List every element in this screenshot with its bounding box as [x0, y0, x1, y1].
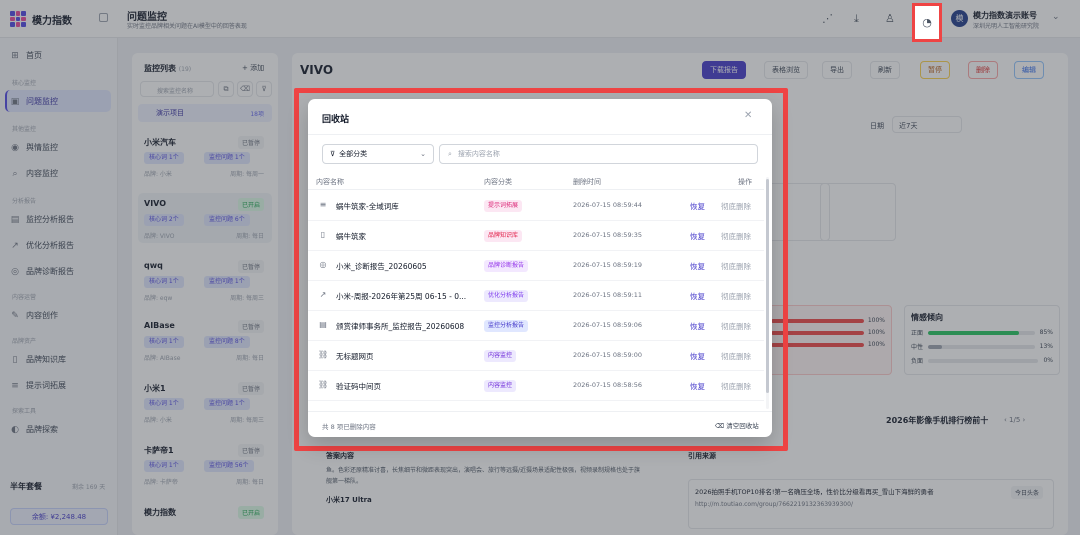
table-row: ⛓ 无标题网页 内容监控 2026-07-15 08:59:00 恢复 彻底删除: [308, 341, 764, 371]
delete-forever-button[interactable]: 彻底删除: [721, 291, 751, 302]
category-badge: 优化分析报告: [484, 290, 529, 302]
history-icon[interactable]: ◔: [912, 3, 942, 42]
column-header-action: 操作: [738, 178, 752, 186]
delete-time: 2026-07-15 08:59:06: [573, 321, 643, 329]
category-badge: 监控分析报告: [484, 320, 529, 332]
content-name: 小米_诊断报告_20260605: [336, 262, 427, 271]
delete-forever-button[interactable]: 彻底删除: [721, 351, 751, 362]
table-row: ▯ 蜗牛筑家 品牌知识库 2026-07-15 08:59:35 恢复 彻底删除: [308, 221, 764, 251]
delete-forever-button[interactable]: 彻底删除: [721, 261, 751, 272]
table-row: ◎ 小米_诊断报告_20260605 品牌诊断报告 2026-07-15 08:59:…: [308, 251, 764, 281]
search-placeholder: 搜索内容名称: [457, 150, 500, 158]
content-name: 颁赏律师事务所_监控报告_20260608: [336, 322, 465, 331]
trash-icon: ⌫: [715, 422, 725, 430]
table-row: ▤ 颁赏律师事务所_监控报告_20260608 监控分析报告 2026-07-15 0…: [308, 311, 764, 341]
restore-button[interactable]: 恢复: [690, 261, 705, 272]
content-name: 无标题网页: [336, 352, 374, 361]
list-icon: ≡: [319, 200, 327, 209]
table-row: ≡ 蜗牛筑家-全域词库 提示词拓展 2026-07-15 08:59:44 恢复 彻底删除: [308, 191, 764, 221]
delete-time: 2026-07-15 08:59:19: [573, 261, 643, 269]
category-badge: 品牌诊断报告: [484, 260, 529, 272]
category-badge: 内容监控: [484, 380, 517, 392]
table-row: ↗ 小米-周报-2026年第25周 06-15 - 0... 优化分析报告 2026-…: [308, 281, 764, 311]
deleted-count: 共 8 项已删除内容: [322, 423, 376, 431]
divider: [308, 189, 764, 190]
book-icon: ▯: [320, 230, 326, 239]
content-search-input[interactable]: ⌕ 搜索内容名称: [439, 144, 758, 164]
delete-time: 2026-07-15 08:59:11: [573, 291, 643, 299]
restore-button[interactable]: 恢复: [690, 321, 705, 332]
table-row: ⛓ 验证码中间页 内容监控 2026-07-15 08:58:56 恢复 彻底删除: [308, 371, 764, 401]
category-badge: 内容监控: [484, 350, 517, 362]
restore-button[interactable]: 恢复: [690, 231, 705, 242]
delete-forever-button[interactable]: 彻底删除: [721, 201, 751, 212]
search-icon: ⌕: [448, 149, 452, 158]
close-icon[interactable]: ✕: [744, 110, 752, 121]
delete-time: 2026-07-15 08:59:00: [573, 351, 643, 359]
content-name: 验证码中间页: [336, 382, 381, 391]
shield-icon: ◎: [319, 260, 327, 269]
column-header-name: 内容名称: [316, 178, 344, 186]
restore-button[interactable]: 恢复: [690, 291, 705, 302]
restore-button[interactable]: 恢复: [690, 201, 705, 212]
dialog-title: 回收站: [322, 115, 350, 125]
column-header-time: 删除时间: [573, 178, 601, 186]
scrollbar-thumb[interactable]: [766, 179, 769, 393]
filter-icon: ⊽: [330, 150, 336, 158]
divider: [308, 134, 772, 135]
content-name: 蜗牛筑家: [336, 232, 366, 241]
column-header-category: 内容分类: [484, 178, 512, 186]
doc-icon: ▤: [319, 320, 327, 329]
category-badge: 品牌知识库: [484, 230, 523, 242]
link-icon: ⛓: [318, 350, 329, 359]
content-name: 小米-周报-2026年第25周 06-15 - 0...: [336, 292, 467, 301]
restore-button[interactable]: 恢复: [690, 351, 705, 362]
trend-icon: ↗: [319, 290, 327, 299]
delete-forever-button[interactable]: 彻底删除: [721, 321, 751, 332]
delete-time: 2026-07-15 08:59:44: [573, 201, 643, 209]
delete-forever-button[interactable]: 彻底删除: [721, 381, 751, 392]
chevron-down-icon: ⌄: [420, 150, 426, 158]
category-select-value: 全部分类: [339, 150, 368, 158]
restore-button[interactable]: 恢复: [690, 381, 705, 392]
empty-bin-button[interactable]: ⌫ 清空回收站: [715, 420, 759, 430]
delete-forever-button[interactable]: 彻底删除: [721, 231, 751, 242]
delete-time: 2026-07-15 08:58:56: [573, 381, 643, 389]
delete-time: 2026-07-15 08:59:35: [573, 231, 643, 239]
recycle-bin-dialog: 回收站 ✕ ⊽ 全部分类 ⌄ ⌕ 搜索内容名称 内容名称 内容分类 删除时间 操…: [308, 99, 772, 437]
link-icon: ⛓: [318, 380, 329, 389]
category-badge: 提示词拓展: [484, 200, 523, 212]
content-name: 蜗牛筑家-全域词库: [336, 202, 399, 211]
category-select[interactable]: ⊽ 全部分类 ⌄: [322, 144, 434, 164]
dialog-footer: 共 8 项已删除内容 ⌫ 清空回收站: [308, 411, 772, 437]
